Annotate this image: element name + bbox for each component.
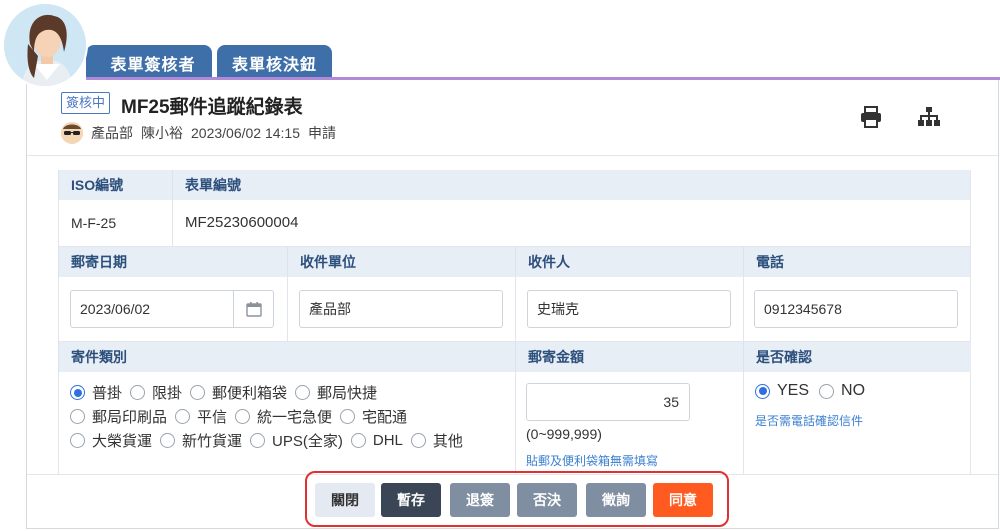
phone-input[interactable]: 0912345678 — [754, 290, 958, 328]
option-label: 限掛 — [152, 385, 183, 402]
radio[interactable] — [340, 409, 356, 424]
option-label: 新竹貨運 — [182, 433, 243, 450]
radio[interactable] — [350, 433, 366, 448]
radio-option[interactable]: 其他 — [410, 430, 463, 451]
radio-option[interactable]: UPS(全家) — [250, 430, 343, 451]
radio-checked[interactable] — [70, 385, 85, 400]
radio[interactable] — [819, 383, 835, 399]
tab-form-approver[interactable]: 表單簽核者 — [86, 45, 212, 81]
radio-option[interactable]: 普掛 — [70, 382, 122, 403]
radio[interactable] — [160, 433, 176, 448]
radio[interactable] — [175, 409, 191, 424]
radio-option[interactable]: 大榮貨運 — [70, 430, 152, 451]
mail-type-row-1: 普掛 限掛 郵便利箱袋 郵局快捷 — [70, 382, 385, 403]
mail-date-input[interactable]: 2023/06/02 — [70, 290, 274, 328]
confirm-label: 是否確認 — [743, 342, 971, 372]
mail-type-label: 寄件類別 — [58, 342, 515, 372]
radio[interactable] — [190, 385, 206, 400]
radio[interactable] — [70, 409, 85, 424]
applicant-department: 產品部 — [91, 125, 133, 141]
option-label: DHL — [372, 432, 403, 449]
page-title: MF25郵件追蹤紀錄表 — [121, 97, 303, 118]
consult-button[interactable]: 徵詢 — [586, 483, 646, 517]
applicant-avatar — [61, 122, 83, 144]
close-button[interactable]: 關閉 — [315, 483, 375, 517]
radio-option[interactable]: 宅配通 — [340, 406, 407, 427]
radio-option[interactable]: DHL — [350, 432, 403, 449]
phone-label: 電話 — [743, 247, 971, 277]
tab-form-decision-buttons[interactable]: 表單核決鈕 — [217, 45, 332, 81]
mail-date-value: 2023/06/02 — [80, 301, 151, 317]
option-label: 普掛 — [92, 385, 123, 402]
radio-option[interactable]: 郵局快捷 — [295, 382, 377, 403]
radio-checked[interactable] — [755, 383, 770, 399]
applicant-meta: 產品部 陳小裕 2023/06/02 14:15 申請 — [61, 122, 344, 144]
radio-option-yes[interactable]: YES — [755, 382, 809, 400]
print-icon[interactable] — [859, 106, 883, 128]
form-number-label: 表單編號 — [172, 170, 971, 200]
mail-date-label: 郵寄日期 — [58, 247, 287, 277]
radio[interactable] — [70, 433, 85, 448]
radio-option-no[interactable]: NO — [819, 382, 865, 400]
radio[interactable] — [250, 433, 266, 448]
sitemap-icon[interactable] — [917, 106, 941, 128]
sunglasses-avatar-icon — [61, 122, 83, 144]
apply-datetime: 2023/06/02 14:15 — [191, 125, 300, 141]
radio-option[interactable]: 郵局印刷品 — [70, 406, 167, 427]
radio[interactable] — [295, 385, 311, 400]
recipient-input[interactable]: 史瑞克 — [527, 290, 731, 328]
option-label: NO — [841, 382, 866, 399]
iso-number-value: M-F-25 — [58, 200, 172, 246]
iso-number-label: ISO編號 — [58, 170, 172, 200]
option-label: 統一宅急便 — [257, 409, 333, 426]
form-card: 簽核中 MF25郵件追蹤紀錄表 產品部 陳小裕 2023/06/02 14:15… — [26, 80, 999, 529]
apply-action: 申請 — [308, 125, 336, 141]
confirm-hint: 是否需電話確認信件 — [755, 414, 864, 428]
radio[interactable] — [410, 433, 426, 448]
radio-option[interactable]: 平信 — [175, 406, 227, 427]
amount-range: (0~999,999) — [526, 426, 602, 442]
radio[interactable] — [235, 409, 251, 424]
return-button[interactable]: 退簽 — [450, 483, 510, 517]
reject-button[interactable]: 否決 — [517, 483, 577, 517]
recipient-label: 收件人 — [515, 247, 743, 277]
option-label: 郵局印刷品 — [92, 409, 168, 426]
calendar-icon[interactable] — [233, 291, 273, 327]
action-footer: 關閉 暫存 退簽 否決 徵詢 同意 — [27, 471, 998, 529]
mail-type-row-3: 大榮貨運 新竹貨運 UPS(全家) DHL 其他 — [70, 430, 471, 451]
radio-option[interactable]: 新竹貨運 — [160, 430, 242, 451]
option-label: UPS(全家) — [272, 433, 343, 450]
option-label: 其他 — [432, 433, 463, 450]
form-number-value: MF25230600004 — [172, 200, 971, 246]
mail-amount-input[interactable]: 35 — [526, 383, 690, 421]
option-label: 郵便利箱袋 — [212, 385, 288, 402]
form-header: 簽核中 MF25郵件追蹤紀錄表 產品部 陳小裕 2023/06/02 14:15… — [27, 80, 998, 156]
radio[interactable] — [130, 385, 146, 400]
radio-option[interactable]: 郵便利箱袋 — [190, 382, 287, 403]
option-label: 平信 — [197, 409, 228, 426]
approver-avatar — [2, 2, 88, 88]
approve-button[interactable]: 同意 — [653, 483, 713, 517]
radio-option[interactable]: 限掛 — [130, 382, 182, 403]
save-draft-button[interactable]: 暫存 — [381, 483, 441, 517]
decision-button-group: 關閉 暫存 退簽 否決 徵詢 同意 — [305, 471, 729, 527]
option-label: 郵局快捷 — [317, 385, 378, 402]
radio-option[interactable]: 統一宅急便 — [235, 406, 332, 427]
status-badge: 簽核中 — [61, 92, 111, 114]
mail-amount-label: 郵寄金額 — [515, 342, 743, 372]
tab-label: 表單核決鈕 — [231, 57, 317, 74]
woman-avatar-icon — [4, 4, 86, 86]
option-label: 大榮貨運 — [92, 433, 153, 450]
option-label: YES — [777, 382, 810, 399]
mail-type-row-2: 郵局印刷品 平信 統一宅急便 宅配通 — [70, 406, 415, 427]
option-label: 宅配通 — [362, 409, 408, 426]
amount-hint: 貼郵及便利袋箱無需填寫 — [526, 454, 659, 468]
confirm-radios: YES NO — [755, 382, 873, 400]
receiving-unit-input[interactable]: 產品部 — [299, 290, 503, 328]
applicant-name: 陳小裕 — [141, 125, 183, 141]
tab-label: 表單簽核者 — [110, 57, 196, 74]
receiving-unit-label: 收件單位 — [287, 247, 515, 277]
